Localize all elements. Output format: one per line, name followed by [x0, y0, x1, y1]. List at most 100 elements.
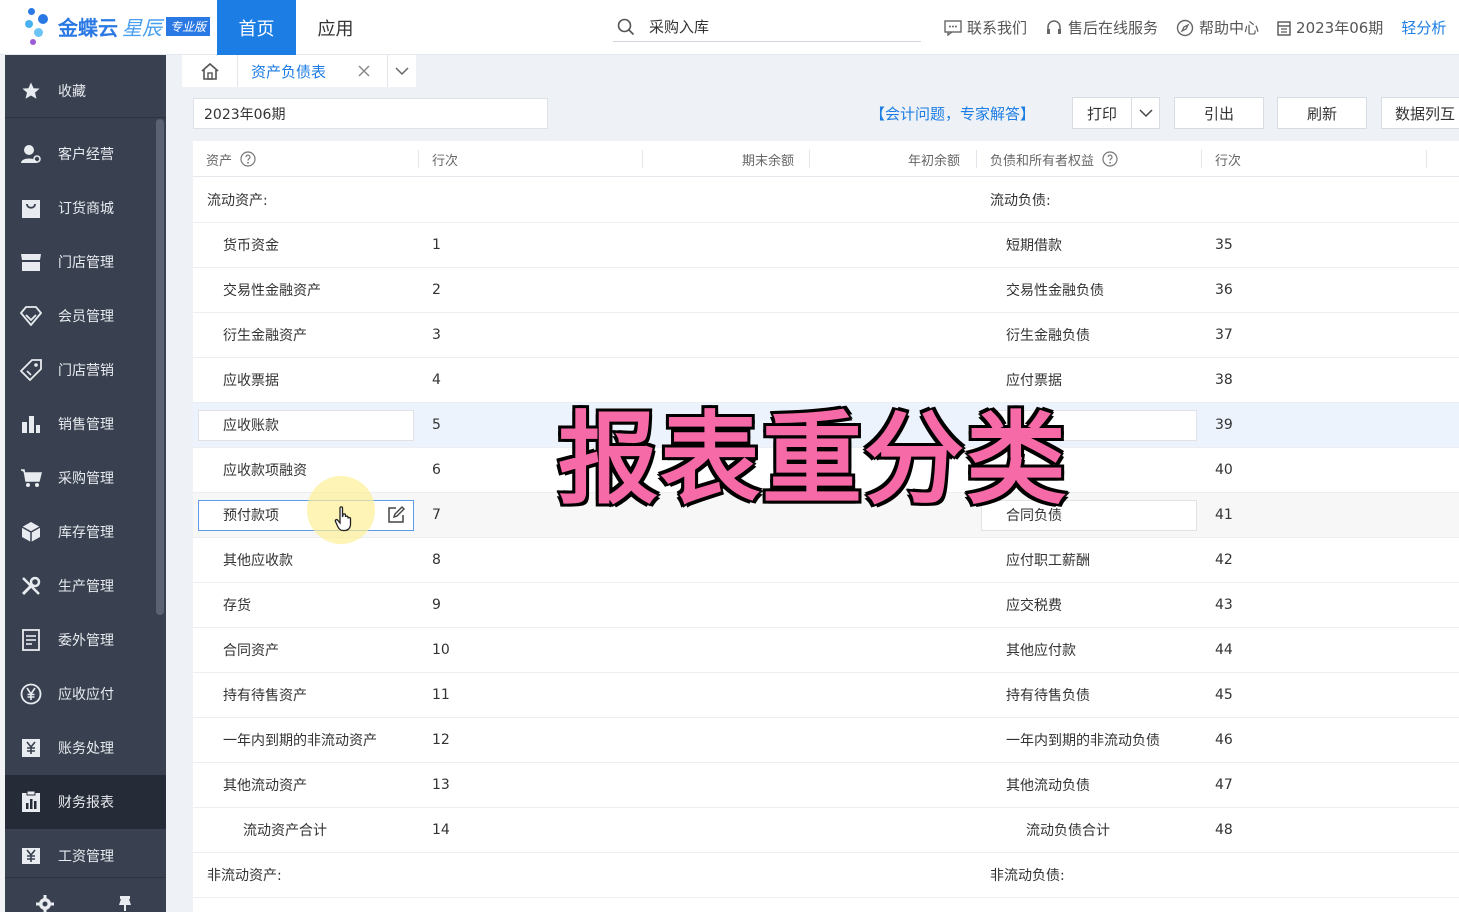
- table-row[interactable]: 其他流动资产 13 其他流动负债 47: [193, 763, 1459, 808]
- asset-line-no-cell: 14: [432, 822, 450, 838]
- ledger-icon: [19, 736, 43, 760]
- aftersale-link[interactable]: 售后在线服务: [1045, 17, 1158, 38]
- sidebar-item-order-mall[interactable]: 订货商城: [5, 181, 166, 235]
- brand-logo[interactable]: 金蝶云 星辰 专业版: [22, 6, 211, 46]
- sidebar-item-salary[interactable]: 工资管理: [5, 829, 166, 883]
- asset-name-cell: 应收账款: [223, 418, 279, 434]
- sidebar-item-outsourcing[interactable]: 委外管理: [5, 613, 166, 667]
- salary-icon: [19, 844, 43, 868]
- table-row[interactable]: 持有待售资产 11 持有待售负债 45: [193, 673, 1459, 718]
- edit-icon[interactable]: [387, 506, 405, 524]
- sidebar-item-accounting[interactable]: 账务处理: [5, 721, 166, 775]
- help-circle-icon[interactable]: [240, 151, 256, 167]
- liability-name-cell: 一年内到期的非流动负债: [1006, 733, 1160, 749]
- gear-icon: [36, 895, 54, 912]
- asset-name-cell: 流动资产:: [207, 193, 268, 209]
- close-icon[interactable]: [357, 64, 371, 78]
- contact-link[interactable]: 联系我们: [944, 17, 1027, 38]
- brand-name: 金蝶云 星辰: [58, 15, 162, 40]
- asset-line-no-cell: 13: [432, 777, 450, 793]
- settings-button[interactable]: [5, 878, 85, 912]
- search-input[interactable]: [649, 17, 889, 36]
- table-row[interactable]: 一年内到期的非流动资产 12 一年内到期的非流动负债 46: [193, 718, 1459, 763]
- yen-circle-icon: [19, 682, 43, 706]
- liability-line-no-cell: 45: [1215, 687, 1233, 703]
- sidebar-item-inventory[interactable]: 库存管理: [5, 505, 166, 559]
- asset-name-cell: 流动资产合计: [243, 823, 327, 839]
- help-circle-icon[interactable]: [1102, 151, 1118, 167]
- tab-balance-sheet[interactable]: 资产负债表: [238, 55, 388, 87]
- chevron-down-icon: [395, 67, 409, 76]
- liability-line-no-cell: 40: [1215, 462, 1233, 478]
- report-icon: [19, 790, 43, 814]
- data-columns-button[interactable]: 数据列互: [1381, 97, 1459, 129]
- tab-more-dropdown[interactable]: [388, 55, 416, 87]
- asset-name-cell: 预付款项: [223, 508, 279, 524]
- asset-line-no-cell: 5: [432, 417, 441, 433]
- expert-advice-link[interactable]: 【会计问题，专家解答】: [870, 98, 1035, 129]
- sidebar-item-purchase[interactable]: 采购管理: [5, 451, 166, 505]
- table-row[interactable]: 流动资产: 流动负债:: [193, 178, 1459, 223]
- period-selector[interactable]: 2023年06期: [193, 98, 548, 129]
- asset-line-no-cell: 12: [432, 732, 450, 748]
- print-button[interactable]: 打印: [1072, 97, 1132, 129]
- period-link[interactable]: 2023年06期: [1277, 17, 1383, 38]
- table-row[interactable]: 存货 9 应交税费 43: [193, 583, 1459, 628]
- refresh-button[interactable]: 刷新: [1277, 97, 1367, 129]
- sidebar-scrollbar[interactable]: [156, 119, 164, 615]
- sidebar-item-sales[interactable]: 销售管理: [5, 397, 166, 451]
- liability-line-no-cell: 35: [1215, 237, 1233, 253]
- asset-line-no-cell: 10: [432, 642, 450, 658]
- search-icon[interactable]: [617, 18, 635, 36]
- print-dropdown-button[interactable]: [1131, 97, 1160, 129]
- asset-line-no-cell: 1: [432, 237, 441, 253]
- sidebar-item-store-marketing[interactable]: 门店营销: [5, 343, 166, 397]
- help-link[interactable]: 帮助中心: [1176, 17, 1259, 38]
- store-icon: [19, 250, 43, 274]
- table-row[interactable]: 合同资产 10 其他应付款 44: [193, 628, 1459, 673]
- liability-line-no-cell: 41: [1215, 507, 1233, 523]
- sidebar-divider: [5, 117, 166, 118]
- balance-sheet-table: 资产 行次 期末余额 年初余额 负债和所有者权益 行次 流动资产: 流动负债: 货币…: [193, 141, 1459, 912]
- sidebar-item-financial-reports[interactable]: 财务报表: [5, 775, 166, 829]
- asset-name-cell: 一年内到期的非流动资产: [223, 733, 377, 749]
- export-button[interactable]: 引出: [1174, 97, 1264, 129]
- asset-name-cell: 应收款项融资: [223, 463, 307, 479]
- diamond-icon: [19, 304, 43, 328]
- tools-icon: [19, 574, 43, 598]
- table-row[interactable]: 其他应收款 8 应付职工薪酬 42: [193, 538, 1459, 583]
- sidebar: 收藏 客户经营 订货商城 门店管理 会员管理 门店营销 销售管理 采购管理 库存…: [0, 55, 166, 912]
- liability-line-no-cell: 42: [1215, 552, 1233, 568]
- tab-home[interactable]: [182, 55, 238, 87]
- liability-name-cell: 短期借款: [1006, 238, 1062, 254]
- asset-line-no-cell: 6: [432, 462, 441, 478]
- asset-line-no-cell: 9: [432, 597, 441, 613]
- table-row[interactable]: 流动资产合计 14 流动负债合计 48: [193, 808, 1459, 853]
- asset-name-cell: 存货: [223, 598, 251, 614]
- asset-line-no-cell: 2: [432, 282, 441, 298]
- asset-name-cell: 合同资产: [223, 643, 279, 659]
- nav-home-tab[interactable]: 首页: [217, 0, 296, 55]
- nav-apps-tab[interactable]: 应用: [296, 0, 375, 55]
- sidebar-item-production[interactable]: 生产管理: [5, 559, 166, 613]
- header-line-no-2: 行次: [1215, 153, 1242, 169]
- header-line-no: 行次: [432, 153, 459, 169]
- table-row[interactable]: 非流动资产: 非流动负债:: [193, 853, 1459, 898]
- sidebar-item-customer[interactable]: 客户经营: [5, 127, 166, 181]
- liability-name-cell: 衍生金融负债: [1006, 328, 1090, 344]
- compass-icon: [1176, 19, 1194, 36]
- sidebar-item-receivable-payable[interactable]: 应收应付: [5, 667, 166, 721]
- sidebar-item-member[interactable]: 会员管理: [5, 289, 166, 343]
- sidebar-item-favorites[interactable]: 收藏: [5, 64, 166, 118]
- table-row[interactable]: 货币资金 1 短期借款 35: [193, 223, 1459, 268]
- box-icon: [19, 520, 43, 544]
- tag-icon: [19, 358, 43, 382]
- liability-line-no-cell: 46: [1215, 732, 1233, 748]
- analysis-link[interactable]: 轻分析: [1401, 17, 1446, 38]
- sidebar-item-store[interactable]: 门店管理: [5, 235, 166, 289]
- pin-button[interactable]: [85, 878, 165, 912]
- liability-line-no-cell: 38: [1215, 372, 1233, 388]
- table-row[interactable]: 交易性金融资产 2 交易性金融负债 36: [193, 268, 1459, 313]
- document-icon: [19, 628, 43, 652]
- table-row[interactable]: 衍生金融资产 3 衍生金融负债 37: [193, 313, 1459, 358]
